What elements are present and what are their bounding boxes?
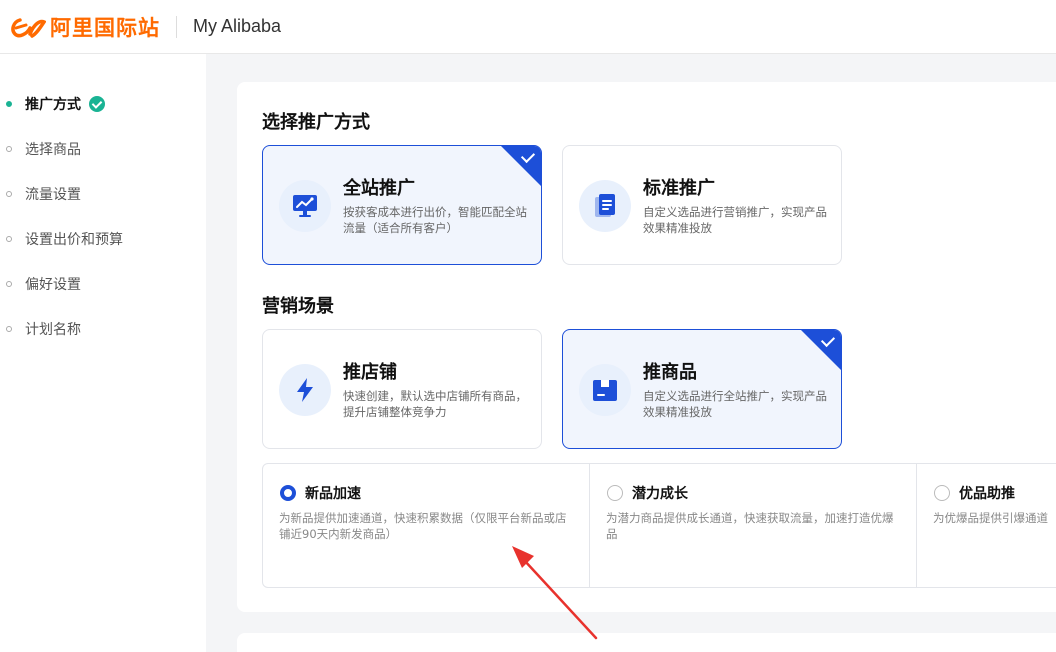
- radio-unchecked[interactable]: [607, 485, 623, 501]
- step-plan-name[interactable]: 计划名称: [6, 319, 81, 339]
- step-dot: [6, 326, 12, 332]
- option-desc: 为新品提供加速通道，快速积累数据（仅限平台新品或店铺近90天内新发商品）: [279, 511, 567, 541]
- step-select-products[interactable]: 选择商品: [6, 139, 81, 159]
- step-bid-budget[interactable]: 设置出价和预算: [6, 229, 123, 249]
- card-desc: 快速创建，默认选中店铺所有商品，提升店铺整体竞争力: [343, 389, 527, 419]
- option-quality-boost[interactable]: 优品助推 为优爆品提供引爆通道: [917, 464, 1056, 587]
- monitor-chart-icon: [279, 180, 331, 232]
- option-title: 优品助推: [959, 486, 1015, 502]
- step-promotion-method[interactable]: 推广方式: [6, 94, 105, 114]
- step-label: 推广方式: [25, 97, 81, 113]
- alibaba-logo-icon: [11, 17, 46, 38]
- step-traffic-settings[interactable]: 流量设置: [6, 184, 81, 204]
- alibaba-logo[interactable]: 阿里国际站: [10, 12, 160, 42]
- step-preferences[interactable]: 偏好设置: [6, 274, 81, 294]
- card-title: 推店铺: [343, 362, 397, 383]
- selected-corner: [501, 146, 541, 186]
- step-label: 流量设置: [25, 187, 81, 203]
- step-label: 选择商品: [25, 142, 81, 158]
- step-dot: [6, 236, 12, 242]
- option-title: 新品加速: [305, 486, 361, 502]
- card-title: 标准推广: [643, 178, 715, 199]
- header-title[interactable]: My Alibaba: [193, 16, 281, 37]
- card-standard-promotion[interactable]: 标准推广 自定义选品进行营销推广，实现产品效果精准投放: [562, 145, 842, 265]
- card-full-site-promotion[interactable]: 全站推广 按获客成本进行出价，智能匹配全站流量（适合所有客户）: [262, 145, 542, 265]
- card-desc: 自定义选品进行营销推广，实现产品效果精准投放: [643, 205, 827, 235]
- step-complete-check-icon: [89, 96, 105, 112]
- card-desc: 自定义选品进行全站推广，实现产品效果精准投放: [643, 389, 827, 419]
- card-title: 推商品: [643, 362, 697, 383]
- card-promote-product[interactable]: 推商品 自定义选品进行全站推广，实现产品效果精准投放: [562, 329, 842, 449]
- step-dot: [6, 146, 12, 152]
- option-potential-growth[interactable]: 潜力成长 为潜力商品提供成长通道，快速获取流量，加速打造优爆品: [590, 464, 917, 587]
- option-desc: 为优爆品提供引爆通道: [933, 511, 1048, 525]
- card-title: 全站推广: [343, 178, 415, 199]
- header-divider: [176, 15, 177, 38]
- card-promote-store[interactable]: 推店铺 快速创建，默认选中店铺所有商品，提升店铺整体竞争力: [262, 329, 542, 449]
- radio-checked[interactable]: [280, 485, 296, 501]
- step-label: 设置出价和预算: [25, 232, 123, 248]
- secondary-panel: [237, 633, 1056, 652]
- option-title: 潜力成长: [632, 486, 688, 502]
- scene-section-title: 营销场景: [262, 296, 334, 317]
- step-dot: [6, 101, 12, 107]
- lightning-icon: [279, 364, 331, 416]
- promotion-section-title: 选择推广方式: [262, 112, 370, 133]
- step-sidebar: 推广方式 选择商品 流量设置 设置出价和预算 偏好设置 计划名称: [0, 54, 206, 652]
- step-label: 计划名称: [25, 322, 81, 338]
- document-stack-icon: [579, 180, 631, 232]
- top-header: 阿里国际站 My Alibaba: [0, 0, 1056, 54]
- radio-unchecked[interactable]: [934, 485, 950, 501]
- product-box-icon: [579, 364, 631, 416]
- option-desc: 为潜力商品提供成长通道，快速获取流量，加速打造优爆品: [606, 511, 894, 541]
- card-desc: 按获客成本进行出价，智能匹配全站流量（适合所有客户）: [343, 205, 527, 235]
- step-dot: [6, 281, 12, 287]
- step-label: 偏好设置: [25, 277, 81, 293]
- option-new-product-boost[interactable]: 新品加速 为新品提供加速通道，快速积累数据（仅限平台新品或店铺近90天内新发商品…: [263, 464, 590, 587]
- selected-corner: [801, 330, 841, 370]
- step-dot: [6, 191, 12, 197]
- scene-options-box: 新品加速 为新品提供加速通道，快速积累数据（仅限平台新品或店铺近90天内新发商品…: [262, 463, 1056, 588]
- logo-text: 阿里国际站: [50, 15, 160, 40]
